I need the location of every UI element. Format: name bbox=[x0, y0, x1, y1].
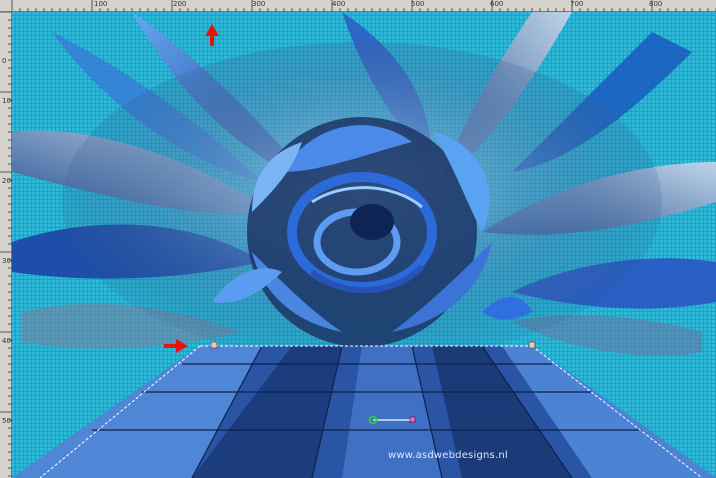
ruler-horizontal[interactable]: 100 200 300 400 500 600 700 800 bbox=[0, 0, 716, 12]
watermark-text: www.asdwebdesigns.nl bbox=[388, 450, 508, 461]
ruler-top-label-300: 300 bbox=[252, 0, 266, 8]
artwork bbox=[12, 12, 716, 478]
ruler-top-label-500: 500 bbox=[411, 0, 425, 8]
perspective-corner-handle-right bbox=[528, 341, 536, 349]
ruler-horizontal-ticks bbox=[11, 0, 716, 12]
ruler-top-label-100: 100 bbox=[94, 0, 108, 8]
image-canvas[interactable] bbox=[12, 12, 716, 478]
ruler-top-label-800: 800 bbox=[649, 0, 663, 8]
ruler-top-label-600: 600 bbox=[490, 0, 504, 8]
ruler-left-label-0: 0 bbox=[2, 57, 7, 65]
ruler-top-label-700: 700 bbox=[570, 0, 584, 8]
ruler-vertical[interactable]: 0 100 200 300 400 500 bbox=[0, 12, 15, 478]
ruler-top-label-400: 400 bbox=[332, 0, 346, 8]
ruler-top-label-200: 200 bbox=[173, 0, 187, 8]
ruler-vertical-ticks bbox=[0, 12, 12, 477]
perspective-corner-handle-left bbox=[210, 341, 218, 349]
